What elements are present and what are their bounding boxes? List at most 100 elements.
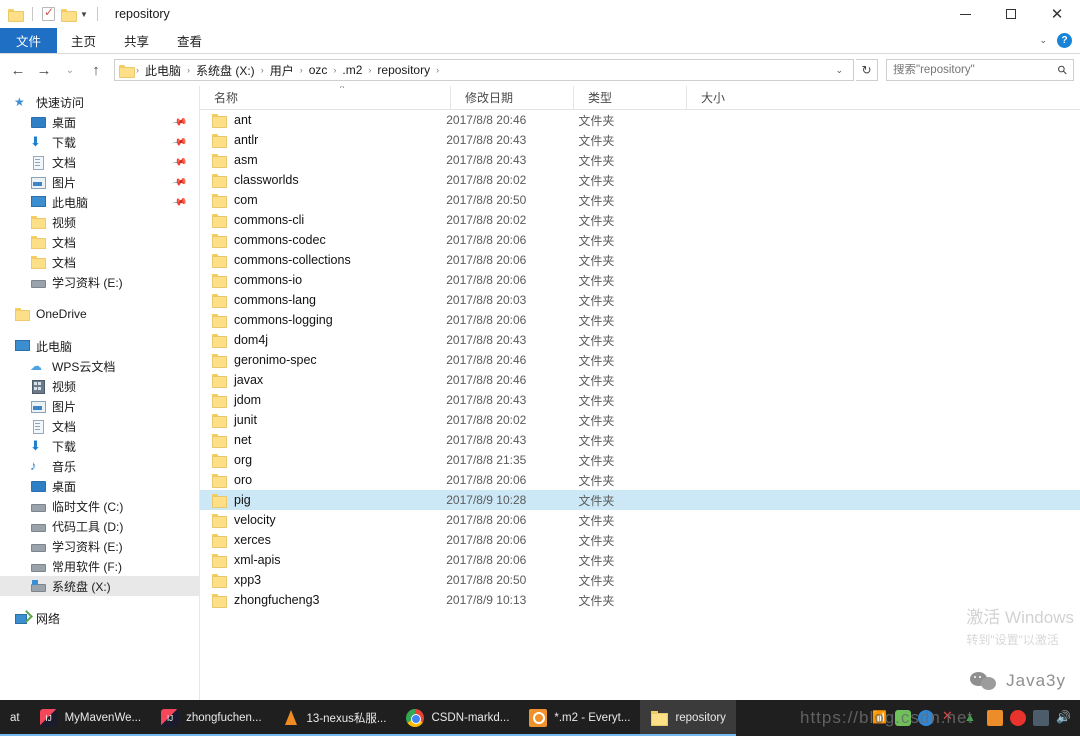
- search-box[interactable]: ⚲: [886, 59, 1074, 81]
- tab-share[interactable]: 共享: [110, 28, 163, 53]
- table-row[interactable]: oro 2017/8/8 20:06 文件夹: [200, 470, 1080, 490]
- sidebar-item-documents-qa-3[interactable]: 文档: [0, 252, 199, 272]
- table-row[interactable]: commons-codec 2017/8/8 20:06 文件夹: [200, 230, 1080, 250]
- forward-button[interactable]: →: [32, 58, 56, 82]
- sidebar-item-documents-qa-2[interactable]: 文档: [0, 232, 199, 252]
- breadcrumb-item-3[interactable]: ozc: [305, 63, 332, 77]
- green-app-icon[interactable]: [895, 710, 911, 726]
- breadcrumb-folder-icon[interactable]: [119, 64, 135, 78]
- up-button[interactable]: ↑: [84, 58, 108, 82]
- sidebar-item-drive-f[interactable]: 常用软件 (F:): [0, 556, 199, 576]
- sidebar-item-documents-pc[interactable]: 文档: [0, 416, 199, 436]
- breadcrumb-item-5[interactable]: repository: [373, 63, 434, 77]
- pin-icon[interactable]: 📌: [171, 134, 188, 150]
- recent-locations-button[interactable]: ⌄: [58, 58, 82, 82]
- breadcrumb-item-4[interactable]: .m2: [338, 63, 366, 77]
- taskbar-item-mymavenwe[interactable]: MyMavenWe...: [29, 700, 152, 736]
- breadcrumb-item-1[interactable]: 系统盘 (X:): [192, 62, 259, 79]
- wifi-icon[interactable]: 📶: [872, 710, 888, 726]
- help-icon[interactable]: ?: [1057, 33, 1072, 48]
- sidebar-item-drive-c[interactable]: 临时文件 (C:): [0, 496, 199, 516]
- table-row[interactable]: ant 2017/8/8 20:46 文件夹: [200, 110, 1080, 130]
- nat-icon[interactable]: ▲: [964, 710, 980, 726]
- table-row[interactable]: commons-logging 2017/8/8 20:06 文件夹: [200, 310, 1080, 330]
- sidebar-item-pictures[interactable]: 图片 📌: [0, 172, 199, 192]
- orange-app-icon[interactable]: [987, 710, 1003, 726]
- sidebar-item-videos[interactable]: 视频: [0, 376, 199, 396]
- close-button[interactable]: ✕: [1034, 0, 1080, 28]
- table-row[interactable]: xerces 2017/8/8 20:06 文件夹: [200, 530, 1080, 550]
- sidebar-item-music[interactable]: ♪ 音乐: [0, 456, 199, 476]
- tab-home[interactable]: 主页: [57, 28, 110, 53]
- sidebar-item-documents[interactable]: 文档 📌: [0, 152, 199, 172]
- sidebar-item-network[interactable]: 网络: [0, 608, 199, 628]
- breadcrumb-item-0[interactable]: 此电脑: [141, 62, 185, 79]
- taskbar-item-zhongfuchen[interactable]: zhongfuchen...: [151, 700, 272, 736]
- music-app-icon[interactable]: [1010, 710, 1026, 726]
- chevron-down-icon[interactable]: ▼: [80, 10, 88, 19]
- table-row[interactable]: xpp3 2017/8/8 20:50 文件夹: [200, 570, 1080, 590]
- red-x-icon[interactable]: [941, 708, 957, 726]
- new-folder-icon[interactable]: [61, 8, 77, 22]
- sidebar-item-desktop[interactable]: 桌面 📌: [0, 112, 199, 132]
- tab-view[interactable]: 查看: [163, 28, 216, 53]
- taskbar-item-everything[interactable]: *.m2 - Everyt...: [519, 700, 641, 736]
- column-header-name[interactable]: 名称 ^: [200, 86, 450, 110]
- taskbar-item-0[interactable]: at: [0, 700, 30, 736]
- sidebar-item-this-pc-qa[interactable]: 此电脑 📌: [0, 192, 199, 212]
- taskbar-item-csdn[interactable]: CSDN-markd...: [396, 700, 520, 736]
- refresh-button[interactable]: ↻: [856, 59, 878, 81]
- tab-file[interactable]: 文件: [0, 28, 58, 53]
- table-row[interactable]: net 2017/8/8 20:43 文件夹: [200, 430, 1080, 450]
- table-row[interactable]: jdom 2017/8/8 20:43 文件夹: [200, 390, 1080, 410]
- column-header-size[interactable]: 大小: [686, 86, 766, 110]
- sidebar-item-quick-access[interactable]: ★ 快速访问: [0, 92, 199, 112]
- table-row[interactable]: velocity 2017/8/8 20:06 文件夹: [200, 510, 1080, 530]
- sidebar-item-onedrive[interactable]: OneDrive: [0, 304, 199, 324]
- table-row[interactable]: pig 2017/8/9 10:28 文件夹: [200, 490, 1080, 510]
- table-row[interactable]: geronimo-spec 2017/8/8 20:46 文件夹: [200, 350, 1080, 370]
- sidebar-item-downloads-pc[interactable]: ⬇ 下载: [0, 436, 199, 456]
- sidebar-item-drive-d[interactable]: 代码工具 (D:): [0, 516, 199, 536]
- volume-icon[interactable]: 🔊: [1056, 710, 1072, 726]
- taskbar-item-repository[interactable]: repository: [640, 700, 736, 736]
- table-row[interactable]: classworlds 2017/8/8 20:02 文件夹: [200, 170, 1080, 190]
- pin-icon[interactable]: 📌: [171, 154, 188, 170]
- table-row[interactable]: antlr 2017/8/8 20:43 文件夹: [200, 130, 1080, 150]
- sidebar-item-desktop-pc[interactable]: 桌面: [0, 476, 199, 496]
- table-row[interactable]: commons-cli 2017/8/8 20:02 文件夹: [200, 210, 1080, 230]
- sidebar-item-drive-x[interactable]: 系统盘 (X:): [0, 576, 199, 596]
- table-row[interactable]: zhongfucheng3 2017/8/9 10:13 文件夹: [200, 590, 1080, 610]
- table-row[interactable]: asm 2017/8/8 20:43 文件夹: [200, 150, 1080, 170]
- maximize-button[interactable]: [988, 0, 1034, 28]
- sidebar-item-downloads[interactable]: ⬇ 下载 📌: [0, 132, 199, 152]
- breadcrumb-item-2[interactable]: 用户: [266, 62, 298, 79]
- sidebar-item-pictures-pc[interactable]: 图片: [0, 396, 199, 416]
- pin-icon[interactable]: 📌: [171, 194, 188, 210]
- back-button[interactable]: ←: [6, 58, 30, 82]
- sidebar-item-this-pc[interactable]: 此电脑: [0, 336, 199, 356]
- camera-icon[interactable]: [1033, 710, 1049, 726]
- address-dropdown-icon[interactable]: ⌄: [829, 65, 849, 76]
- column-header-type[interactable]: 类型: [573, 86, 686, 110]
- sidebar-item-drive-e[interactable]: 学习资料 (E:): [0, 536, 199, 556]
- column-header-date[interactable]: 修改日期: [450, 86, 573, 110]
- taskbar-item-nexus[interactable]: 13-nexus私服...: [271, 700, 397, 736]
- search-input[interactable]: [893, 64, 1059, 76]
- blue-globe-icon[interactable]: [918, 710, 934, 726]
- table-row[interactable]: dom4j 2017/8/8 20:43 文件夹: [200, 330, 1080, 350]
- table-row[interactable]: commons-io 2017/8/8 20:06 文件夹: [200, 270, 1080, 290]
- table-row[interactable]: com 2017/8/8 20:50 文件夹: [200, 190, 1080, 210]
- sidebar-item-wps-cloud[interactable]: ☁ WPS云文档: [0, 356, 199, 376]
- table-row[interactable]: org 2017/8/8 21:35 文件夹: [200, 450, 1080, 470]
- table-row[interactable]: xml-apis 2017/8/8 20:06 文件夹: [200, 550, 1080, 570]
- sidebar-item-study-drive-qa[interactable]: 学习资料 (E:): [0, 272, 199, 292]
- pin-icon[interactable]: 📌: [171, 114, 188, 130]
- table-row[interactable]: junit 2017/8/8 20:02 文件夹: [200, 410, 1080, 430]
- table-row[interactable]: javax 2017/8/8 20:46 文件夹: [200, 370, 1080, 390]
- folder-icon[interactable]: [8, 8, 24, 22]
- sidebar-item-videos-qa[interactable]: 视频: [0, 212, 199, 232]
- breadcrumb[interactable]: › 此电脑 › 系统盘 (X:) › 用户 › ozc › .m2 › repo…: [114, 59, 854, 81]
- table-row[interactable]: commons-lang 2017/8/8 20:03 文件夹: [200, 290, 1080, 310]
- table-row[interactable]: commons-collections 2017/8/8 20:06 文件夹: [200, 250, 1080, 270]
